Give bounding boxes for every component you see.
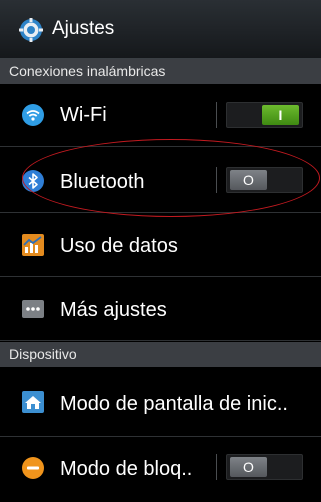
settings-item-home-screen[interactable]: Modo de pantalla de inic.. — [0, 367, 321, 437]
section-header-wireless: Conexiones inalámbricas — [0, 59, 321, 84]
gear-icon — [19, 18, 43, 42]
toggle-divider — [216, 454, 217, 480]
wifi-label: Wi-Fi — [60, 104, 107, 126]
settings-item-bluetooth[interactable]: Bluetooth O — [0, 147, 321, 213]
settings-item-lock-mode[interactable]: Modo de bloq.. O — [0, 437, 321, 502]
bluetooth-toggle[interactable]: O — [226, 167, 303, 193]
toggle-divider — [216, 102, 217, 128]
home-icon — [22, 391, 44, 413]
home-screen-label: Modo de pantalla de inic.. — [60, 393, 288, 415]
bluetooth-label: Bluetooth — [60, 171, 145, 193]
toggle-divider — [216, 167, 217, 193]
lock-mode-toggle-knob: O — [230, 457, 267, 477]
bluetooth-icon — [22, 170, 44, 192]
data-usage-icon — [22, 234, 44, 256]
more-icon — [22, 300, 44, 318]
section-header-device: Dispositivo — [0, 342, 321, 367]
lock-mode-label: Modo de bloq.. — [60, 458, 193, 480]
settings-item-data-usage[interactable]: Uso de datos — [0, 213, 321, 277]
wifi-icon — [22, 104, 44, 126]
lock-mode-toggle[interactable]: O — [226, 454, 303, 480]
settings-item-wifi[interactable]: Wi-Fi I — [0, 84, 321, 147]
bluetooth-toggle-knob: O — [230, 170, 267, 190]
page-title: Ajustes — [52, 18, 115, 39]
wifi-toggle[interactable]: I — [226, 102, 303, 128]
lock-mode-icon — [22, 457, 44, 479]
data-usage-label: Uso de datos — [60, 235, 178, 257]
more-settings-label: Más ajustes — [60, 299, 167, 321]
settings-item-more[interactable]: Más ajustes — [0, 277, 321, 341]
wifi-toggle-knob: I — [262, 105, 299, 125]
title-bar: Ajustes — [0, 0, 321, 59]
